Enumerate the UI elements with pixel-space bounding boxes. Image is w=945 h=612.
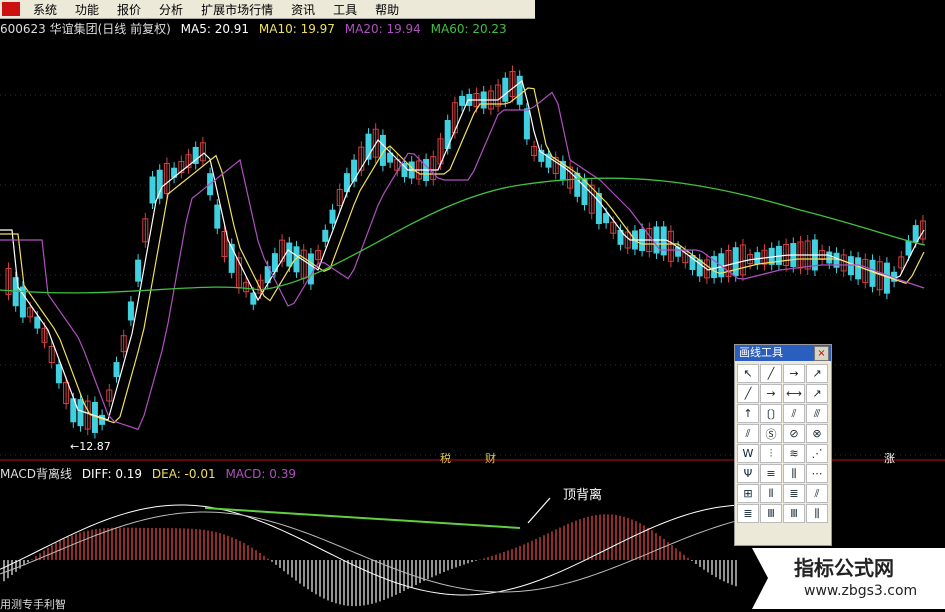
drawing-tool-button[interactable]: ≡ bbox=[760, 464, 782, 483]
drawing-tool-button[interactable]: Ⅲ bbox=[760, 504, 782, 523]
candle-body bbox=[307, 253, 314, 285]
candle-body bbox=[77, 399, 84, 427]
drawing-tool-button[interactable]: ⫴ bbox=[760, 484, 782, 503]
divergence-annotation: 顶背离 bbox=[563, 488, 603, 503]
bottom-tab-label[interactable]: 用测专手利智 bbox=[0, 596, 66, 612]
drawing-tool-button[interactable]: → bbox=[783, 364, 805, 383]
candle-body bbox=[581, 179, 588, 205]
close-icon[interactable]: × bbox=[814, 346, 829, 361]
drawing-tool-button[interactable]: Ψ bbox=[737, 464, 759, 483]
candle-body bbox=[905, 240, 912, 256]
candle-body bbox=[516, 75, 523, 105]
drawing-tool-button[interactable]: ↗ bbox=[806, 364, 828, 383]
candle-body bbox=[149, 176, 156, 204]
candle-body bbox=[660, 226, 667, 256]
macd-header: MACD背离线 DIFF: 0.19 DEA: -0.01 MACD: 0.39 bbox=[0, 465, 302, 482]
candle-body bbox=[732, 247, 739, 277]
drawing-tool-button[interactable]: ≋ bbox=[783, 444, 805, 463]
drawing-tool-button[interactable]: ⊘ bbox=[783, 424, 805, 443]
candle-body bbox=[55, 364, 62, 384]
watermark-url: www.zbgs3.com bbox=[804, 583, 918, 599]
drawing-tool-button[interactable]: Ⅲ bbox=[783, 504, 805, 523]
candle-body bbox=[127, 301, 134, 321]
ma20-value: MA20: 19.94 bbox=[344, 22, 421, 36]
drawing-tool-button[interactable]: ⫼ bbox=[806, 504, 828, 523]
drawing-tools-panel[interactable]: 画线工具 × ↖ ╱ → ↗ ╱ → ⟷ ↗ ↑ 〔〕 ⫽ ⫻ ⫽ Ⓢ ⊘ ⊗ W ⫶ ≋ ⋰ Ψ ≡ ⫼ ⋯ ⊞ ⫴ ≣ ⫽ ≣ Ⅲ Ⅲ ⫼ bbox=[734, 344, 832, 546]
drawing-tool-button[interactable]: ⊗ bbox=[806, 424, 828, 443]
candle-body bbox=[595, 193, 602, 225]
drawing-tool-button[interactable]: ⫽ bbox=[737, 424, 759, 443]
drawing-tool-button[interactable]: ╱ bbox=[760, 364, 782, 383]
drawing-tool-button[interactable]: ⋯ bbox=[806, 464, 828, 483]
candle-body bbox=[459, 95, 466, 106]
watermark: 指标公式网 www.zbgs3.com bbox=[752, 548, 945, 609]
candle-body bbox=[502, 77, 509, 102]
drawing-tools-title-text: 画线工具 bbox=[739, 346, 783, 359]
ma10-value: MA10: 19.97 bbox=[258, 22, 335, 36]
candle-body bbox=[286, 242, 293, 267]
candle-body bbox=[826, 251, 833, 264]
low-price-label: ←12.87 bbox=[70, 440, 111, 453]
drawing-tool-button[interactable]: ⟷ bbox=[783, 384, 805, 403]
candle-body bbox=[113, 362, 120, 378]
candle-body bbox=[156, 169, 163, 199]
diff-value: DIFF: 0.19 bbox=[81, 467, 143, 481]
indicator-mark: 税 bbox=[440, 452, 451, 465]
drawing-tools-grid: ↖ ╱ → ↗ ╱ → ⟷ ↗ ↑ 〔〕 ⫽ ⫻ ⫽ Ⓢ ⊘ ⊗ W ⫶ ≋ ⋰ Ψ ≡ ⫼ ⋯ ⊞ ⫴ ≣ ⫽ ≣ Ⅲ Ⅲ ⫼ bbox=[735, 361, 831, 526]
candle-body bbox=[912, 225, 919, 243]
drawing-tools-title[interactable]: 画线工具 × bbox=[735, 345, 831, 361]
drawing-tool-button[interactable]: ≣ bbox=[737, 504, 759, 523]
drawing-tool-button[interactable]: ⫼ bbox=[783, 464, 805, 483]
drawing-tool-button[interactable]: W bbox=[737, 444, 759, 463]
candle-body bbox=[34, 316, 41, 329]
watermark-arrow-icon bbox=[752, 548, 768, 609]
drawing-tool-button[interactable]: → bbox=[760, 384, 782, 403]
drawing-tool-button[interactable]: ⫽ bbox=[806, 484, 828, 503]
ma60-value: MA60: 20.23 bbox=[430, 22, 507, 36]
drawing-tool-button[interactable]: Ⓢ bbox=[760, 424, 782, 443]
indicator-mark: 财 bbox=[485, 452, 496, 465]
candle-body bbox=[214, 204, 221, 229]
drawing-tool-button[interactable]: ↑ bbox=[737, 404, 759, 423]
dea-value: DEA: -0.01 bbox=[151, 467, 216, 481]
drawing-tool-button[interactable]: ↖ bbox=[737, 364, 759, 383]
macd-value: MACD: 0.39 bbox=[225, 467, 296, 481]
candle-body bbox=[322, 229, 329, 242]
drawing-tool-button[interactable]: ⫶ bbox=[760, 444, 782, 463]
candle-body bbox=[135, 259, 142, 282]
chart-header: 600623 华谊集团(日线 前复权) MA5: 20.91 MA10: 19.… bbox=[0, 20, 513, 36]
drawing-tool-button[interactable]: ⊞ bbox=[737, 484, 759, 503]
macd-title: MACD背离线 bbox=[0, 467, 72, 481]
drawing-tool-button[interactable]: ╱ bbox=[737, 384, 759, 403]
drawing-tool-button[interactable]: ⫽ bbox=[783, 404, 805, 423]
indicator-mark: 涨 bbox=[884, 452, 895, 465]
stock-title: 600623 华谊集团(日线 前复权) bbox=[0, 22, 171, 36]
drawing-tool-button[interactable]: 〔〕 bbox=[760, 404, 782, 423]
candle-body bbox=[603, 213, 610, 224]
annotation-arrow bbox=[527, 497, 551, 524]
drawing-tool-button[interactable]: ↗ bbox=[806, 384, 828, 403]
candle-body bbox=[855, 257, 862, 280]
candle-body bbox=[329, 209, 336, 224]
candle-body bbox=[847, 256, 854, 276]
drawing-tool-button[interactable]: ⋰ bbox=[806, 444, 828, 463]
watermark-title: 指标公式网 bbox=[794, 556, 894, 580]
drawing-tool-button[interactable]: ⫻ bbox=[806, 404, 828, 423]
drawing-tool-button[interactable]: ≣ bbox=[783, 484, 805, 503]
ma5-value: MA5: 20.91 bbox=[180, 22, 250, 36]
candle-body bbox=[869, 259, 876, 287]
candle-body bbox=[523, 108, 530, 140]
